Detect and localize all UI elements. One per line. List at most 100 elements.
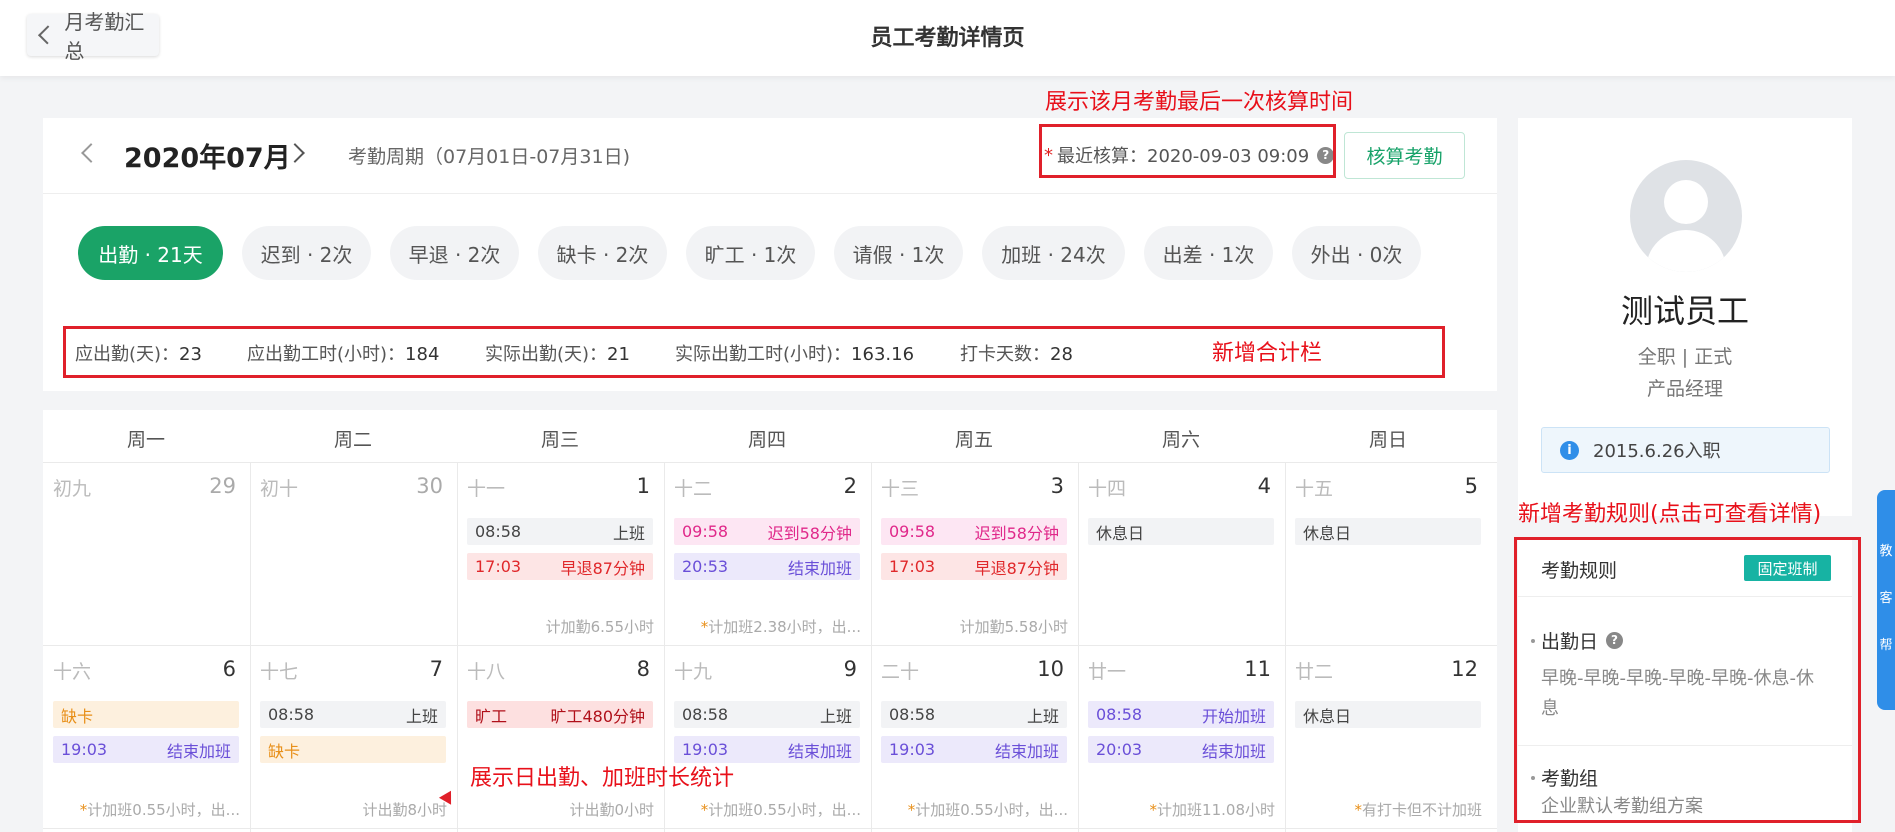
punch-status: 迟到58分钟	[767, 523, 852, 543]
day-hours-text: 计加班0.55小时，出...	[708, 801, 861, 819]
punch-record[interactable]: 20:53 结束加班	[674, 553, 860, 580]
punch-time: 旷工	[475, 706, 508, 726]
recalculate-button[interactable]: 核算考勤	[1344, 132, 1465, 179]
punch-record[interactable]: 08:58 上班	[260, 701, 446, 728]
calendar-day[interactable]: 初九 29	[43, 462, 250, 645]
punch-record[interactable]: 缺卡	[53, 701, 239, 728]
punch-time: 08:58	[268, 705, 315, 724]
punch-time: 19:03	[682, 740, 729, 759]
calendar-day[interactable]: 十九 9 08:58 上班 19:03 结束加班 *计加班0.55小时，出...	[664, 645, 871, 828]
calendar-day[interactable]: 十二 2 09:58 迟到58分钟 20:53 结束加班 *计加班2.38小时，出...	[664, 462, 871, 645]
annotation-daily: 展示日出勤、加班时长统计	[470, 766, 735, 791]
day-hours-summary: *计加班2.38小时，出...	[701, 616, 861, 637]
calendar-day[interactable]: 十八 8 旷工 旷工480分钟 计出勤0小时	[457, 645, 664, 828]
calendar-day[interactable]: 十一 1 08:58 上班 17:03 早退87分钟 计加勤6.55小时	[457, 462, 664, 645]
calendar-day[interactable]: 廿一 11 08:58 开始加班 20:03 结束加班 *计加班11.08小时	[1078, 645, 1285, 828]
day-number: 30	[416, 474, 443, 498]
calendar-day[interactable]: 廿二 12 休息日 *有打卡但不计加班	[1285, 645, 1492, 828]
punch-time: 08:58	[1096, 705, 1143, 724]
day-number: 9	[843, 657, 857, 681]
month-label: 2020年07月	[124, 143, 291, 174]
day-number: 11	[1244, 657, 1271, 681]
punch-status: 结束加班	[787, 741, 852, 761]
punch-record[interactable]: 08:58 开始加班	[1088, 701, 1274, 728]
pill-attendance[interactable]: 出勤 · 21天	[78, 226, 223, 280]
calendar-day[interactable]: 十四 4 休息日	[1078, 462, 1285, 645]
day-hours-summary: 计加勤6.55小时	[546, 616, 654, 637]
pill-early-leave[interactable]: 早退 · 2次	[390, 226, 519, 280]
pill-late[interactable]: 迟到 · 2次	[242, 226, 371, 280]
lunar-date: 十八	[467, 661, 506, 683]
calendar-day[interactable]: 初十 30	[250, 462, 457, 645]
punch-record[interactable]: 08:58 上班	[674, 701, 860, 728]
punch-record[interactable]: 08:58 上班	[467, 518, 653, 545]
punch-record[interactable]: 19:03 结束加班	[53, 736, 239, 763]
side-help-tabs[interactable]: 教 客 帮	[1877, 490, 1895, 710]
punch-record[interactable]: 旷工 旷工480分钟	[467, 701, 653, 728]
lunar-date: 十三	[881, 478, 920, 500]
pill-missed-punch[interactable]: 缺卡 · 2次	[538, 226, 667, 280]
punch-record[interactable]: 休息日	[1295, 701, 1481, 728]
lunar-date: 十五	[1295, 478, 1334, 500]
day-hours-text: 计加班0.55小时，出...	[87, 801, 240, 819]
lunar-date: 廿二	[1295, 661, 1334, 683]
punch-time: 08:58	[889, 705, 936, 724]
calendar-day[interactable]: 十三 3 09:58 迟到58分钟 17:03 早退87分钟 计加勤5.58小时	[871, 462, 1078, 645]
day-number: 29	[209, 474, 236, 498]
page-title: 员工考勤详情页	[870, 26, 1025, 51]
punch-record[interactable]: 09:58 迟到58分钟	[674, 518, 860, 545]
punch-time: 17:03	[889, 557, 936, 576]
weekday-header: 周六	[1161, 429, 1200, 451]
day-hours-text: 计加勤6.55小时	[545, 618, 654, 636]
punch-status: 结束加班	[787, 558, 852, 578]
employee-position: 产品经理	[1646, 378, 1723, 400]
punch-record[interactable]: 休息日	[1295, 518, 1481, 545]
punch-status: 早退87分钟	[560, 558, 645, 578]
punch-record[interactable]: 缺卡	[260, 736, 446, 763]
weekday-header: 周一	[126, 429, 165, 451]
day-number: 6	[222, 657, 236, 681]
lunar-date: 廿一	[1088, 661, 1127, 683]
side-tab-tutorial[interactable]: 教	[1877, 540, 1895, 559]
annotation-box-rules	[1514, 537, 1861, 823]
punch-time: 17:03	[475, 557, 522, 576]
punch-record[interactable]: 09:58 迟到58分钟	[881, 518, 1067, 545]
punch-record[interactable]: 17:03 早退87分钟	[467, 553, 653, 580]
punch-record[interactable]: 19:03 结束加班	[674, 736, 860, 763]
weekday-header: 周三	[540, 429, 579, 451]
punch-time: 缺卡	[268, 741, 301, 761]
day-hours-summary: *计加班11.08小时	[1150, 799, 1275, 820]
punch-time: 19:03	[889, 740, 936, 759]
pill-leave[interactable]: 请假 · 1次	[834, 226, 963, 280]
lunar-date: 初九	[53, 478, 92, 500]
lunar-date: 十九	[674, 661, 713, 683]
punch-record[interactable]: 20:03 结束加班	[1088, 736, 1274, 763]
punch-record[interactable]: 08:58 上班	[881, 701, 1067, 728]
punch-record[interactable]: 19:03 结束加班	[881, 736, 1067, 763]
annotation-box-recalc	[1039, 124, 1336, 178]
weekday-header: 周五	[954, 429, 993, 451]
pill-absent[interactable]: 旷工 · 1次	[686, 226, 815, 280]
day-hours-text: 有打卡但不计加班	[1361, 801, 1482, 819]
side-tab-service[interactable]: 客	[1877, 587, 1895, 606]
punch-record[interactable]: 17:03 早退87分钟	[881, 553, 1067, 580]
pill-overtime[interactable]: 加班 · 24次	[982, 226, 1125, 280]
side-tab-help[interactable]: 帮	[1877, 634, 1895, 653]
weekday-header: 周日	[1368, 429, 1407, 451]
calendar-day[interactable]: 十六 6 缺卡 19:03 结束加班 *计加班0.55小时，出...	[43, 645, 250, 828]
day-hours-summary: 计出勤8小时	[362, 799, 447, 820]
avatar-body-shape	[1646, 230, 1726, 272]
punch-record[interactable]: 休息日	[1088, 518, 1274, 545]
calendar-day[interactable]: 二十 10 08:58 上班 19:03 结束加班 *计加班0.55小时，出...	[871, 645, 1078, 828]
pill-business-trip[interactable]: 出差 · 1次	[1144, 226, 1273, 280]
day-hours-summary: *计加班0.55小时，出...	[701, 799, 861, 820]
day-number: 7	[429, 657, 443, 681]
punch-time: 休息日	[1303, 523, 1352, 543]
pill-outing[interactable]: 外出 · 0次	[1292, 226, 1421, 280]
punch-status: 上班	[1026, 706, 1059, 726]
day-number: 1	[636, 474, 650, 498]
calendar-day[interactable]: 十七 7 08:58 上班 缺卡 计出勤8小时	[250, 645, 457, 828]
employee-name: 测试员工	[1620, 292, 1749, 330]
calendar-day[interactable]: 十五 5 休息日	[1285, 462, 1492, 645]
employment-type: 全职 | 正式	[1637, 346, 1733, 368]
